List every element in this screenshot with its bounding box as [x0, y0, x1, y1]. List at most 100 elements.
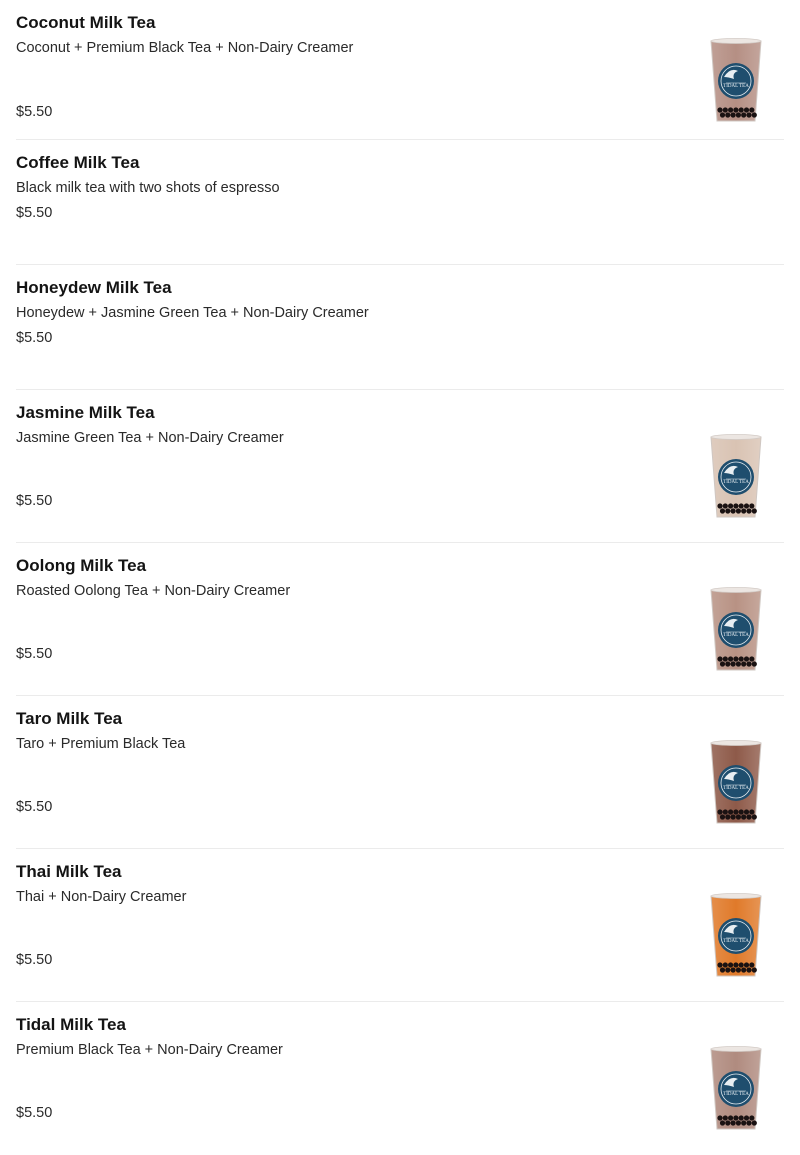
pearl — [725, 1120, 731, 1126]
pearl — [746, 508, 752, 514]
pearl — [717, 1115, 723, 1121]
pearl — [719, 661, 726, 667]
pearl — [743, 656, 750, 662]
pearl — [730, 967, 736, 973]
menu-item-honeydew-milk-tea[interactable]: Honeydew Milk Tea Honeydew + Jasmine Gre… — [16, 265, 784, 390]
item-description: Premium Black Tea + Non-Dairy Creamer — [16, 1042, 283, 1058]
pearl — [743, 503, 750, 509]
pearl — [728, 107, 734, 113]
drink-image[interactable]: TIDAL TEA — [708, 739, 764, 825]
pearl — [749, 656, 755, 662]
item-name: Taro Milk Tea — [16, 709, 123, 728]
pearl — [725, 661, 731, 667]
pearl — [717, 962, 723, 968]
pearl — [749, 962, 755, 968]
pearl — [719, 112, 726, 118]
pearl — [738, 107, 744, 113]
pearl — [741, 967, 747, 973]
drink-image[interactable]: TIDAL TEA — [708, 586, 764, 672]
pearl — [730, 661, 736, 667]
pearl — [728, 809, 734, 815]
item-description: Roasted Oolong Tea + Non-Dairy Creamer — [16, 583, 291, 599]
pearl — [717, 656, 723, 662]
pearl — [738, 1115, 744, 1121]
pearl — [749, 503, 755, 509]
item-description: Thai + Non-Dairy Creamer — [16, 889, 187, 905]
pearl — [743, 1115, 750, 1121]
pearl — [751, 967, 757, 973]
pearl — [746, 661, 752, 667]
menu-item-oolong-milk-tea[interactable]: Oolong Milk Tea Roasted Oolong Tea + Non… — [16, 543, 784, 696]
pearl — [733, 107, 739, 113]
pearl — [735, 112, 741, 118]
pearl — [735, 967, 741, 973]
menu-item-taro-milk-tea[interactable]: Taro Milk Tea Taro + Premium Black Tea $… — [16, 696, 784, 849]
pearl — [730, 508, 736, 514]
pearl — [751, 508, 757, 514]
pearl — [746, 814, 752, 820]
pearl — [719, 508, 726, 514]
pearl — [741, 1120, 747, 1126]
pearl — [730, 814, 736, 820]
pearl — [722, 107, 728, 113]
pearl — [722, 809, 728, 815]
pearl — [728, 962, 734, 968]
pearl — [733, 656, 739, 662]
item-description: Taro + Premium Black Tea — [16, 736, 186, 752]
item-name: Coffee Milk Tea — [16, 153, 140, 172]
menu-item-coffee-milk-tea[interactable]: Coffee Milk Tea Black milk tea with two … — [16, 140, 784, 265]
cup-logo-text: TIDAL TEA — [723, 480, 749, 485]
pearl — [733, 503, 739, 509]
menu-item-jasmine-milk-tea[interactable]: Jasmine Milk Tea Jasmine Green Tea + Non… — [16, 390, 784, 543]
item-description: Black milk tea with two shots of espress… — [16, 180, 280, 196]
pearl — [725, 112, 731, 118]
item-description: Honeydew + Jasmine Green Tea + Non-Dairy… — [16, 305, 369, 321]
item-price: $5.50 — [16, 799, 53, 815]
pearl — [735, 508, 741, 514]
pearl — [749, 809, 755, 815]
pearl — [743, 107, 750, 113]
item-name: Thai Milk Tea — [16, 862, 122, 881]
item-name: Honeydew Milk Tea — [16, 278, 172, 297]
pearl — [738, 962, 744, 968]
item-price: $5.50 — [16, 104, 53, 120]
drink-image[interactable]: TIDAL TEA — [708, 433, 764, 519]
pearl — [719, 1120, 726, 1126]
pearl — [738, 809, 744, 815]
pearl — [749, 1115, 755, 1121]
menu-list: Coconut Milk Tea Coconut + Premium Black… — [16, 0, 784, 1155]
drink-image[interactable]: TIDAL TEA — [708, 1045, 764, 1131]
pearl — [746, 1120, 752, 1126]
item-description: Jasmine Green Tea + Non-Dairy Creamer — [16, 430, 284, 446]
pearl — [719, 967, 726, 973]
pearl — [751, 661, 757, 667]
pearl — [722, 1115, 728, 1121]
menu-item-tidal-milk-tea[interactable]: Tidal Milk Tea Premium Black Tea + Non-D… — [16, 1002, 784, 1155]
pearl — [733, 962, 739, 968]
pearl — [746, 967, 752, 973]
item-name: Oolong Milk Tea — [16, 556, 147, 575]
pearl — [725, 814, 731, 820]
pearl — [751, 814, 757, 820]
item-price: $5.50 — [16, 205, 53, 221]
item-price: $5.50 — [16, 1105, 53, 1121]
pearl — [738, 503, 744, 509]
pearl — [722, 503, 728, 509]
cup-logo-text: TIDAL TEA — [723, 84, 749, 89]
cup-logo-text: TIDAL TEA — [723, 633, 749, 638]
pearl — [746, 112, 752, 118]
drink-image[interactable]: TIDAL TEA — [708, 37, 764, 123]
menu-item-thai-milk-tea[interactable]: Thai Milk Tea Thai + Non-Dairy Creamer $… — [16, 849, 784, 1002]
drink-image[interactable]: TIDAL TEA — [708, 892, 764, 978]
item-price: $5.50 — [16, 646, 53, 662]
pearl — [751, 1120, 757, 1126]
pearl — [741, 661, 747, 667]
pearl — [735, 661, 741, 667]
pearl — [725, 508, 731, 514]
item-price: $5.50 — [16, 952, 53, 968]
pearl — [728, 1115, 734, 1121]
pearl — [735, 1120, 741, 1126]
pearl — [741, 508, 747, 514]
menu-item-coconut-milk-tea[interactable]: Coconut Milk Tea Coconut + Premium Black… — [16, 0, 784, 140]
pearl — [730, 112, 736, 118]
